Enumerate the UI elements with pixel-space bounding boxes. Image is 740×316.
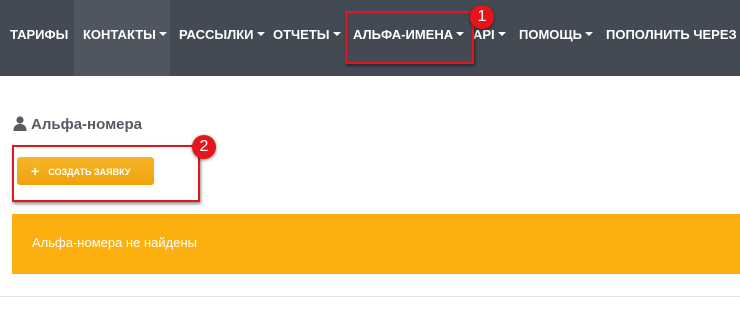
nav-reports-label: ОТЧЕТЫ [273, 27, 330, 42]
user-icon [13, 116, 27, 131]
nav-mailings[interactable]: РАССЫЛКИ [179, 0, 265, 76]
nav-help[interactable]: ПОМОЩЬ [519, 0, 593, 76]
nav-contacts[interactable]: КОНТАКТЫ [74, 0, 170, 76]
nav-help-label: ПОМОЩЬ [519, 27, 582, 42]
plus-icon: + [31, 163, 40, 179]
chevron-down-icon [585, 31, 593, 36]
nav-contacts-label: КОНТАКТЫ [83, 27, 156, 42]
create-request-button[interactable]: + СОЗДАТЬ ЗАЯВКУ [17, 157, 154, 185]
nav-tariffs[interactable]: ТАРИФЫ [10, 0, 68, 76]
empty-state-alert: Альфа-номера не найдены [12, 214, 740, 274]
nav-reports[interactable]: ОТЧЕТЫ [273, 0, 341, 76]
chevron-down-icon [256, 31, 265, 36]
annotation-badge-2: 2 [192, 135, 216, 159]
nav-topup-label: ПОПОЛНИТЬ ЧЕРЕЗ В [606, 27, 740, 42]
empty-state-message: Альфа-номера не найдены [32, 235, 197, 250]
nav-api-label: API [473, 27, 495, 42]
page-title-text: Альфа-номера [31, 116, 143, 133]
chevron-down-icon [497, 31, 506, 36]
nav-topup[interactable]: ПОПОЛНИТЬ ЧЕРЕЗ В [606, 0, 740, 76]
nav-mailings-label: РАССЫЛКИ [179, 27, 254, 42]
page-title: Альфа-номера [12, 115, 142, 135]
chevron-down-icon [332, 31, 341, 36]
divider [0, 296, 740, 297]
annotation-highlight-1 [345, 11, 474, 64]
chevron-down-icon [158, 31, 167, 36]
annotation-badge-1: 1 [470, 5, 494, 29]
nav-tariffs-label: ТАРИФЫ [10, 27, 69, 42]
create-request-label: СОЗДАТЬ ЗАЯВКУ [48, 167, 131, 177]
